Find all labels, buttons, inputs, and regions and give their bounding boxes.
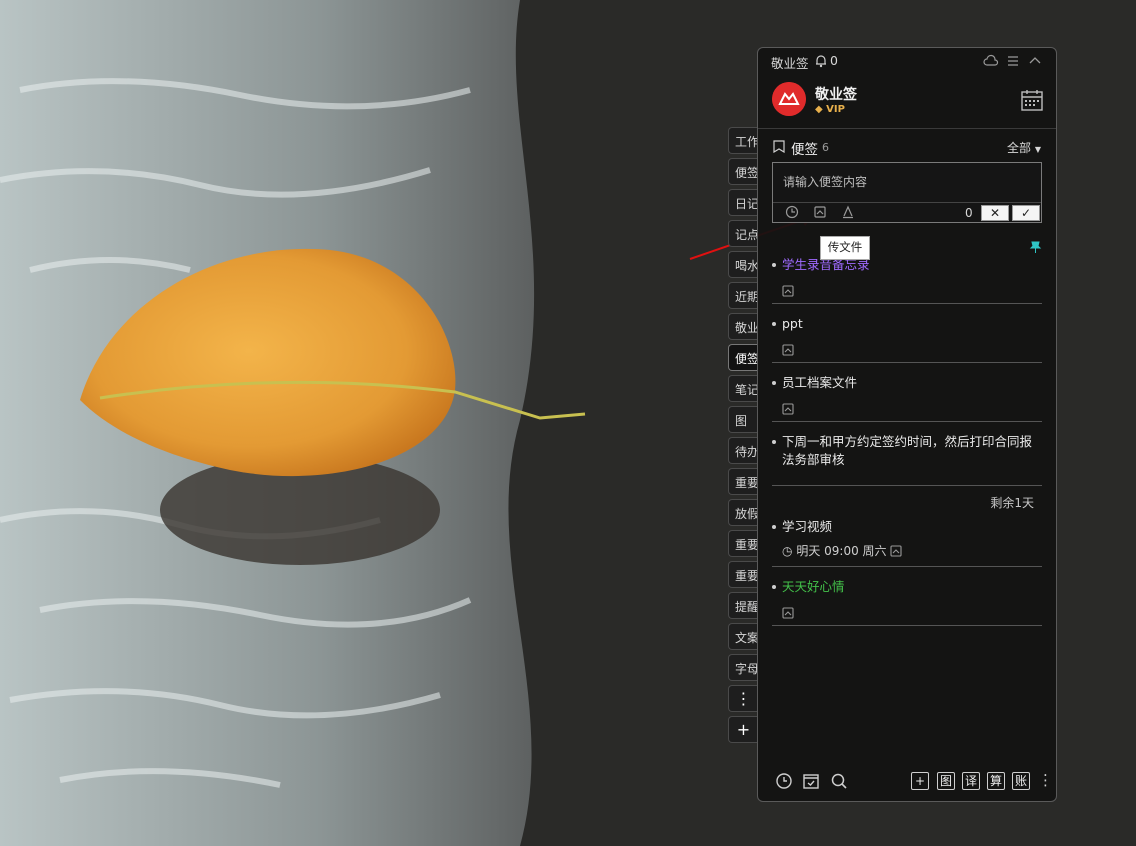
image-button[interactable]: 图 bbox=[937, 772, 955, 790]
side-tab[interactable]: 文案 bbox=[728, 623, 758, 650]
bullet-dot bbox=[772, 525, 776, 529]
clock-icon[interactable] bbox=[785, 205, 799, 219]
note-count: 6 bbox=[822, 141, 829, 154]
notification-count: 0 bbox=[830, 53, 838, 68]
note-text: ppt bbox=[782, 316, 803, 331]
editor-toolbar: 0 ✕ ✓ bbox=[773, 202, 1041, 223]
history-clock-icon[interactable] bbox=[775, 772, 793, 790]
vip-badge: ◆ VIP bbox=[815, 104, 845, 115]
note-text: 下周一和甲方约定签约时间，然后打印合同报法务部审核 bbox=[782, 434, 1033, 467]
section-title: 便签 bbox=[791, 142, 818, 158]
attachment-icon[interactable] bbox=[782, 282, 794, 297]
pin-icon[interactable] bbox=[1029, 241, 1042, 254]
bullet-dot bbox=[772, 263, 776, 267]
bullet-dot bbox=[772, 322, 776, 326]
calendar-icon[interactable] bbox=[1020, 88, 1044, 112]
character-count: 0 bbox=[965, 206, 973, 220]
ledger-button[interactable]: 账 bbox=[1012, 772, 1030, 790]
collapse-chevron-icon[interactable] bbox=[1027, 53, 1043, 69]
note-text: 天天好心情 bbox=[782, 579, 845, 594]
side-tab[interactable]: 敬业 bbox=[728, 313, 758, 340]
side-tab[interactable]: 图 bbox=[728, 406, 758, 433]
side-tab[interactable]: 记点 bbox=[728, 220, 758, 247]
calculator-button[interactable]: 算 bbox=[987, 772, 1005, 790]
attachment-icon[interactable] bbox=[782, 604, 794, 619]
menu-icon[interactable] bbox=[1005, 53, 1021, 69]
app-title: 敬业签 bbox=[771, 56, 809, 71]
side-tab[interactable]: 便签 bbox=[728, 158, 758, 185]
cancel-button[interactable]: ✕ bbox=[981, 205, 1009, 221]
bullet-dot bbox=[772, 440, 776, 444]
add-button[interactable]: + bbox=[911, 772, 929, 790]
bottom-toolbar: + 图 译 算 账 ⋮ bbox=[758, 770, 1056, 794]
cloud-sync-icon[interactable] bbox=[983, 53, 999, 69]
more-options-icon[interactable]: ⋮ bbox=[1038, 771, 1053, 789]
confirm-button[interactable]: ✓ bbox=[1012, 205, 1040, 221]
remaining-days: 剩余1天 bbox=[990, 496, 1034, 510]
side-tab[interactable]: 待办 bbox=[728, 437, 758, 464]
side-tab[interactable]: 便签 bbox=[728, 344, 758, 371]
note-item[interactable]: 剩余1天学习视频 ◷ 明天 09:00 周六 bbox=[772, 496, 1042, 567]
note-editor: 0 ✕ ✓ bbox=[772, 162, 1042, 223]
side-tab[interactable]: 提醒 bbox=[728, 592, 758, 619]
filter-dropdown[interactable]: 全部 ▼ bbox=[1007, 139, 1041, 156]
note-item[interactable]: 天天好心情 bbox=[772, 579, 1042, 626]
translate-button[interactable]: 译 bbox=[962, 772, 980, 790]
reminder-time: 明天 09:00 周六 bbox=[796, 544, 887, 558]
attachment-icon[interactable] bbox=[782, 341, 794, 356]
user-name: 敬业签 bbox=[815, 87, 857, 103]
title-bar[interactable]: 敬业签 0 bbox=[758, 48, 1056, 74]
side-tab[interactable]: 字母 bbox=[728, 654, 758, 681]
chevron-down-icon: ▼ bbox=[1034, 145, 1041, 154]
side-tab-more[interactable]: ⋮ bbox=[728, 685, 758, 712]
text-style-icon[interactable] bbox=[841, 205, 855, 219]
note-item[interactable]: 学生录音备忘录 bbox=[772, 257, 1042, 304]
note-input[interactable] bbox=[773, 163, 1041, 201]
notes-section-header: 便签 6 全部 ▼ bbox=[758, 136, 1056, 158]
reminder-row: ◷ 明天 09:00 周六 bbox=[782, 542, 902, 560]
upload-file-icon[interactable] bbox=[813, 205, 827, 219]
bullet-dot bbox=[772, 381, 776, 385]
side-tab[interactable]: 重要 bbox=[728, 561, 758, 588]
search-icon[interactable] bbox=[830, 772, 848, 790]
attachment-icon[interactable] bbox=[782, 400, 794, 415]
notes-panel: 敬业签 0 敬业签 ◆ VIP 便签 6 全部 ▼ 请输入便签内容 0 ✕ ✓ … bbox=[757, 47, 1057, 802]
clock-icon: ◷ bbox=[782, 544, 793, 558]
side-tab[interactable]: 喝水 bbox=[728, 251, 758, 278]
tooltip: 传文件 bbox=[820, 236, 870, 260]
note-bookmark-icon bbox=[773, 140, 785, 153]
note-text: 员工档案文件 bbox=[782, 375, 858, 390]
side-tab[interactable]: 重要 bbox=[728, 530, 758, 557]
note-item[interactable]: 员工档案文件 bbox=[772, 375, 1042, 422]
todo-checkbox-icon[interactable] bbox=[802, 772, 820, 790]
bullet-dot bbox=[772, 585, 776, 589]
bell-icon[interactable] bbox=[814, 54, 828, 68]
note-item[interactable]: ppt bbox=[772, 316, 1042, 363]
avatar[interactable] bbox=[772, 82, 806, 116]
side-tab[interactable]: 工作 bbox=[728, 127, 758, 154]
side-tab[interactable]: 日记 bbox=[728, 189, 758, 216]
user-profile: 敬业签 ◆ VIP bbox=[758, 76, 1056, 129]
side-tab[interactable]: 放假 bbox=[728, 499, 758, 526]
note-item[interactable]: 下周一和甲方约定签约时间，然后打印合同报法务部审核 bbox=[772, 434, 1042, 486]
attachment-icon bbox=[890, 545, 902, 560]
side-tab[interactable]: 笔记 bbox=[728, 375, 758, 402]
note-text: 学习视频 bbox=[782, 519, 833, 534]
side-tab-add[interactable]: + bbox=[728, 716, 758, 743]
side-tab[interactable]: 重要 bbox=[728, 468, 758, 495]
side-tab[interactable]: 近期 bbox=[728, 282, 758, 309]
